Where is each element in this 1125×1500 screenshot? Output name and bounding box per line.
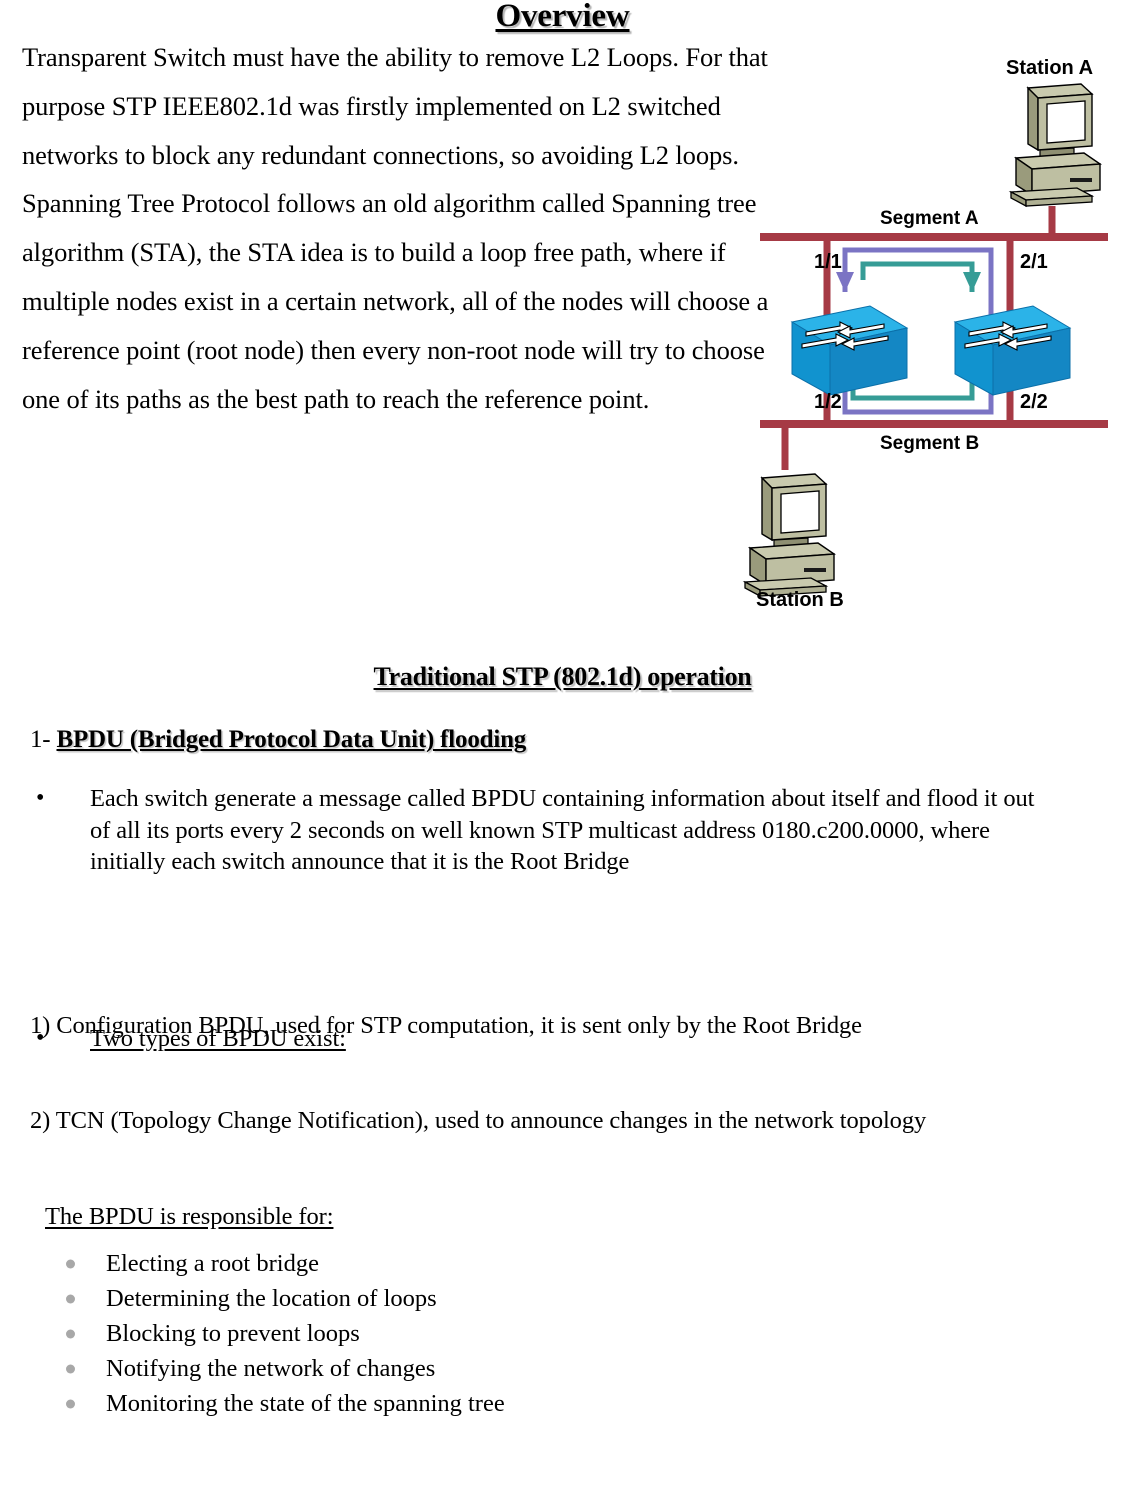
station-b-label: Station B [756,589,844,611]
subsection-heading-text: BPDU (Bridged Protocol Data Unit) floodi… [56,726,527,753]
bpdu-path-teal [860,261,975,292]
section-title: Traditional STP (802.1d) operation [373,662,752,691]
list-item: Monitoring the state of the spanning tre… [62,1386,505,1421]
list-item-text: Determining the location of loops [106,1285,437,1312]
port-label-1-1: 1/1 [814,251,842,273]
subsection-heading-prefix: 1- [30,726,57,753]
list-item: Electing a root bridge [62,1246,505,1281]
list-item-text: Monitoring the state of the spanning tre… [106,1390,505,1417]
segment-b-label: Segment B [880,433,980,454]
responsibilities-list: Electing a root bridge Determining the l… [62,1246,505,1421]
sub-bullet-marker-icon [66,1364,75,1373]
sub-bullet-marker-icon [66,1294,75,1303]
list-item: Determining the location of loops [62,1281,505,1316]
list-item: • Each switch generate a message called … [36,783,1036,878]
port-label-2-2: 2/2 [1020,391,1048,413]
list-item-text: Notifying the network of changes [106,1355,436,1382]
numbered-list-item-text: 2) TCN (Topology Change Notification), u… [30,1107,927,1134]
list-item-text: Blocking to prevent loops [106,1320,360,1347]
list-item: Blocking to prevent loops [62,1316,505,1351]
subsection-heading: 1- BPDU (Bridged Protocol Data Unit) flo… [30,726,526,754]
segment-a-label: Segment A [880,208,979,229]
list-item-text: Each switch generate a message called BP… [90,785,1035,875]
switch-1-icon [790,305,909,396]
topology-svg [742,83,1108,598]
responsibilities-heading: The BPDU is responsible for: [45,1203,334,1230]
bpdu-teal-arrow-down [963,272,981,292]
station-b-computer-icon [742,473,837,598]
port-label-2-1: 2/1 [1020,251,1048,273]
sub-bullet-marker-icon [66,1399,75,1408]
numbered-list-item-text: 1) Configuration BPDU, used for STP comp… [30,1012,862,1039]
network-topology-diagram: Station A Station B Segment A Segment B … [740,40,1125,640]
intro-paragraph: Transparent Switch must have the ability… [22,42,769,414]
list-item-text: Electing a root bridge [106,1250,319,1277]
switch-2-icon [953,305,1072,396]
station-a-label: Station A [1006,57,1094,79]
list-item: Notifying the network of changes [62,1351,505,1386]
numbered-list-item: 1) Configuration BPDU, used for STP comp… [30,1010,1040,1042]
page-title: Overview [495,0,630,34]
station-a-computer-icon [1008,83,1103,208]
sub-bullet-marker-icon [66,1259,75,1268]
port-label-1-2: 1/2 [814,391,842,413]
numbered-list-item: 2) TCN (Topology Change Notification), u… [30,1105,1040,1137]
bpdu-purple-arrow-down [836,272,854,292]
sub-bullet-marker-icon [66,1329,75,1338]
bullet-marker-icon: • [36,785,45,811]
